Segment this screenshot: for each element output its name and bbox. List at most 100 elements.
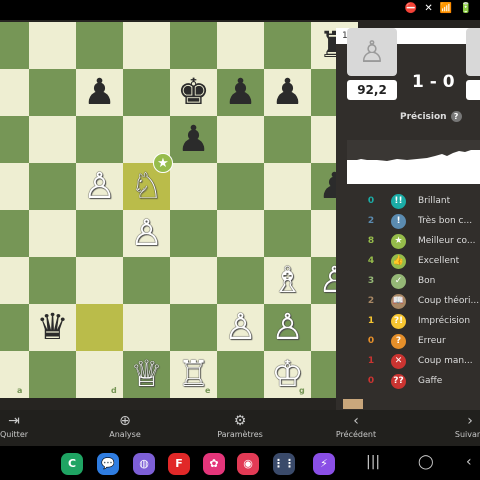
previous-button[interactable]: ‹ Précédent <box>330 410 382 446</box>
board-square[interactable] <box>170 304 217 351</box>
board-square[interactable] <box>76 210 123 257</box>
android-taskbar: ||| ◯ ‹ C 💬 ◍ F ✿ ◉ ⋮⋮ ⚡ <box>0 446 480 480</box>
board-square[interactable] <box>29 351 76 398</box>
board-square[interactable] <box>29 22 76 69</box>
board-square[interactable] <box>123 304 170 351</box>
camera-app-icon[interactable]: ◉ <box>237 453 259 475</box>
board-square[interactable] <box>0 22 29 69</box>
board-square[interactable] <box>217 116 264 163</box>
settings-label: Paramètres <box>217 430 263 439</box>
board-square[interactable] <box>264 163 311 210</box>
messenger-app-icon[interactable]: ⚡ <box>313 453 335 475</box>
classification-row[interactable]: 2! Très bon c... <box>336 212 480 232</box>
board-square[interactable] <box>29 210 76 257</box>
classification-row[interactable]: 1 ✕ Coup man... <box>336 352 480 372</box>
board-square[interactable] <box>0 116 29 163</box>
file-label: a <box>17 386 23 395</box>
classification-count: 1 <box>367 356 375 366</box>
messages-app-icon[interactable]: 💬 <box>97 453 119 475</box>
help-icon[interactable]: ? <box>450 111 462 122</box>
gallery-app-icon[interactable]: ✿ <box>203 453 225 475</box>
black-pawn-e7[interactable]: ♟ <box>217 69 264 116</box>
white-pawn-g2[interactable]: ♙ <box>264 304 311 351</box>
recent-apps-icon[interactable]: ||| <box>366 454 380 470</box>
classification-row[interactable]: 0? Erreur <box>336 332 480 352</box>
chat-app-icon[interactable]: ◍ <box>133 453 155 475</box>
chess-board[interactable]: ♜♟♚♟♟♟♙♘♟♙♗♙♛♙♙♕♖♔★adefgh <box>0 22 358 398</box>
board-square[interactable] <box>170 163 217 210</box>
board-square[interactable] <box>264 22 311 69</box>
apps-grid-icon[interactable]: ⋮⋮ <box>273 453 295 475</box>
file-label: f <box>252 386 256 395</box>
white-pawn-f2[interactable]: ♙ <box>217 304 264 351</box>
board-square[interactable] <box>217 163 264 210</box>
board-square[interactable] <box>170 257 217 304</box>
board-square[interactable] <box>29 116 76 163</box>
classification-label: Excellent <box>418 256 460 266</box>
home-icon[interactable]: ◯ <box>418 454 434 470</box>
white-pawn-c4[interactable]: ♙ <box>123 210 170 257</box>
board-square[interactable] <box>217 257 264 304</box>
board-square[interactable] <box>264 210 311 257</box>
evaluation-graph[interactable] <box>347 140 480 184</box>
board-square[interactable] <box>76 257 123 304</box>
avatar <box>343 399 363 409</box>
classification-icon: ? <box>391 334 406 349</box>
white-pawn-b5[interactable]: ♙ <box>76 163 123 210</box>
board-square[interactable] <box>217 22 264 69</box>
classification-row[interactable]: 0!! Brillant <box>336 192 480 212</box>
board-square[interactable] <box>29 257 76 304</box>
classification-row[interactable]: 0?? Gaffe <box>336 372 480 392</box>
analyse-button[interactable]: ⊕ Analyse <box>100 410 150 446</box>
settings-button[interactable]: ⚙ Paramètres <box>210 410 270 446</box>
board-square[interactable] <box>170 22 217 69</box>
black-pawn-b7[interactable]: ♟ <box>76 69 123 116</box>
classification-row[interactable]: 8 ★ Meilleur co... <box>336 232 480 252</box>
black-queen-a2[interactable]: ♛ <box>29 304 76 351</box>
board-square[interactable] <box>0 69 29 116</box>
classification-count: 0 <box>367 336 375 346</box>
classification-row[interactable]: 4 👍 Excellent <box>336 252 480 272</box>
board-square[interactable] <box>29 69 76 116</box>
back-icon[interactable]: ‹ <box>466 454 472 470</box>
classification-label: Imprécision <box>418 316 471 326</box>
board-square[interactable] <box>264 116 311 163</box>
classification-count: 2 <box>367 296 375 306</box>
board-square[interactable] <box>0 257 29 304</box>
exit-icon: ⇥ <box>8 413 20 429</box>
quit-button[interactable]: ⇥ Quitter <box>0 410 34 446</box>
classification-icon: ✓ <box>391 274 406 289</box>
black-pawn-f7[interactable]: ♟ <box>264 69 311 116</box>
classification-row[interactable]: 3 ✓ Bon <box>336 272 480 292</box>
board-square[interactable] <box>0 351 29 398</box>
phone-app-icon[interactable]: C <box>61 453 83 475</box>
board-square[interactable] <box>217 210 264 257</box>
board-square[interactable] <box>123 22 170 69</box>
white-bishop-g3[interactable]: ♗ <box>264 257 311 304</box>
black-king-d7[interactable]: ♚ <box>170 69 217 116</box>
board-square[interactable] <box>29 163 76 210</box>
board-square[interactable] <box>76 304 123 351</box>
classification-icon: !! <box>391 194 406 209</box>
board-square[interactable] <box>76 22 123 69</box>
flipboard-app-icon[interactable]: F <box>168 453 190 475</box>
board-square[interactable] <box>123 69 170 116</box>
board-square[interactable] <box>170 210 217 257</box>
classification-icon: ! <box>391 214 406 229</box>
classification-row[interactable]: 1?! Imprécision <box>336 312 480 332</box>
classification-label: Coup théori... <box>418 296 480 306</box>
board-square[interactable] <box>0 210 29 257</box>
board-square[interactable] <box>0 304 29 351</box>
previous-label: Précédent <box>335 430 377 439</box>
board-square[interactable] <box>217 351 264 398</box>
board-square[interactable] <box>0 163 29 210</box>
next-button[interactable]: › Suivant <box>450 410 480 446</box>
board-square[interactable] <box>123 257 170 304</box>
white-queen-c1[interactable]: ♕ <box>123 351 170 398</box>
classification-row[interactable]: 2 📖 Coup théori... <box>336 292 480 312</box>
classification-icon: ★ <box>391 234 406 249</box>
classification-count: 1 <box>367 316 375 326</box>
quit-label: Quitter <box>0 430 29 439</box>
black-pawn-d6[interactable]: ♟ <box>170 116 217 163</box>
board-square[interactable] <box>76 116 123 163</box>
